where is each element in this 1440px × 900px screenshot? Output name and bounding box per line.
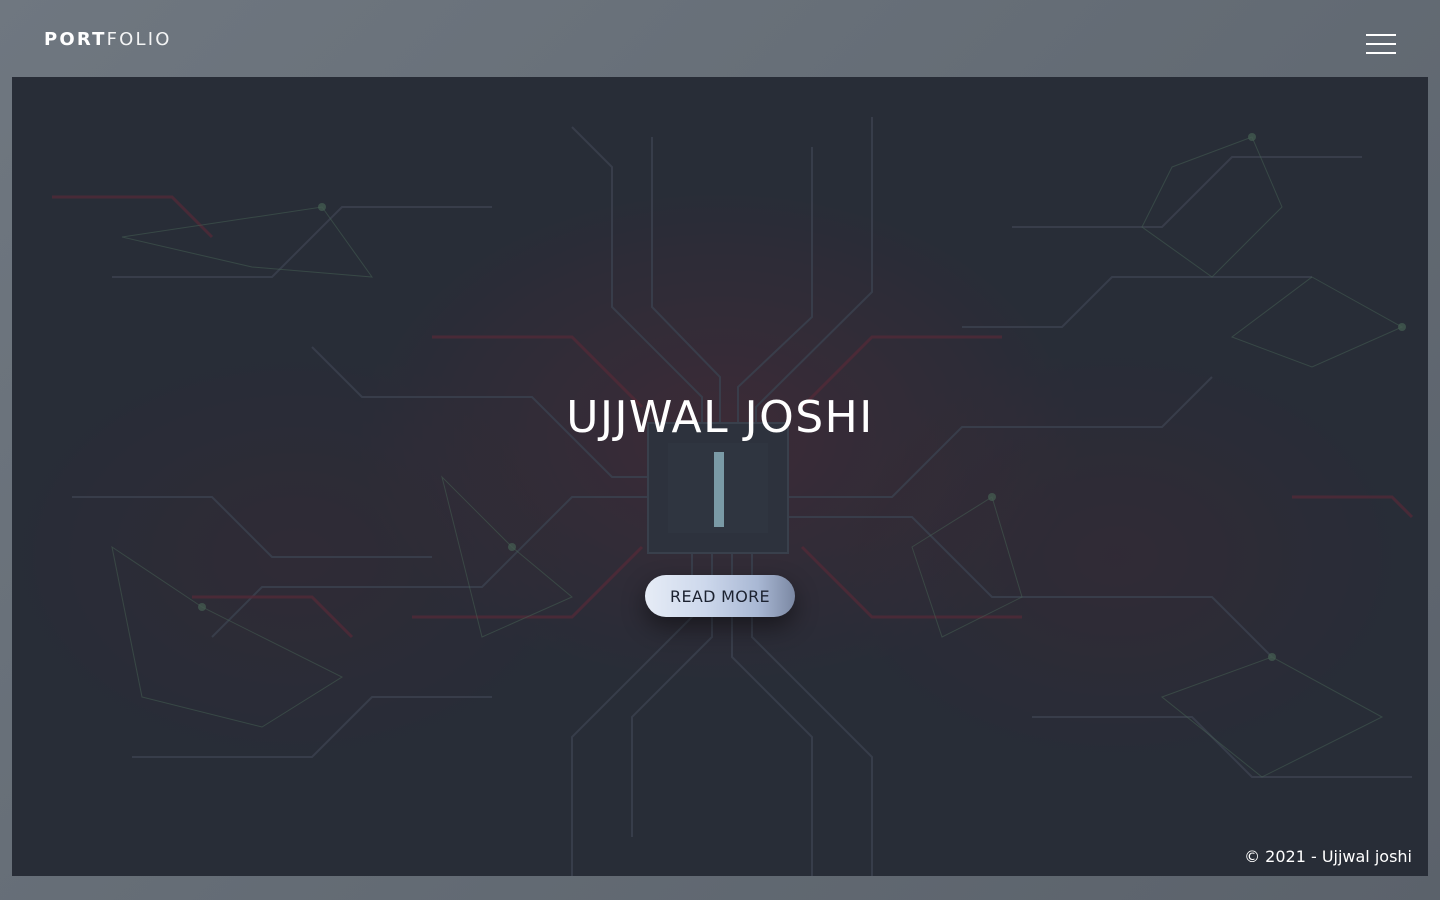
chip-highlight (714, 452, 724, 527)
logo-bold-text: PORT (44, 29, 107, 50)
menu-line (1366, 43, 1396, 45)
menu-line (1366, 52, 1396, 54)
hamburger-menu-icon[interactable] (1364, 32, 1398, 56)
hero-section: UJJWAL JOSHI READ MORE © 2021 - Ujjwal j… (12, 77, 1428, 876)
top-navbar: PORTFOLIO (0, 0, 1440, 77)
portfolio-logo[interactable]: PORTFOLIO (44, 29, 172, 51)
copyright-text: © 2021 - Ujjwal joshi (1244, 847, 1412, 866)
hero-title: UJJWAL JOSHI (566, 392, 874, 444)
read-more-button[interactable]: READ MORE (645, 575, 795, 617)
logo-light-text: FOLIO (106, 29, 172, 50)
menu-line (1366, 34, 1396, 36)
